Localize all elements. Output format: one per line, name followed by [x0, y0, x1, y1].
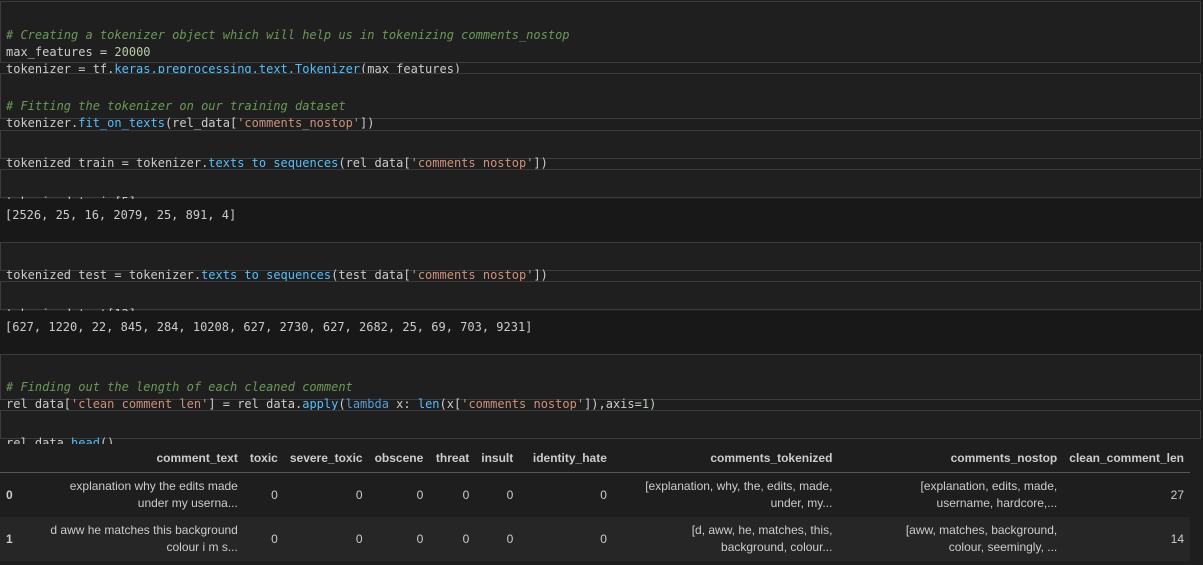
column-header: threat: [429, 444, 476, 473]
table-cell: [aww, matches, background, colour, seemi…: [838, 517, 1064, 561]
code-cell-4[interactable]: tokenized_train[5]: [0, 169, 1201, 209]
column-header: clean_comment_len: [1063, 444, 1190, 473]
table-row: 1 d aww he matches this background colou…: [0, 517, 1190, 561]
column-header: severe_toxic: [283, 444, 369, 473]
code-cell-2[interactable]: # Fitting the tokenizer on our training …: [0, 73, 1201, 130]
table-cell: 0: [462, 487, 470, 502]
code-cell-1[interactable]: # Creating a tokenizer object which will…: [0, 1, 1201, 76]
code-cell-5[interactable]: tokenized_test = tokenizer.texts_to_sequ…: [0, 242, 1201, 282]
row-index: 1: [0, 517, 20, 561]
table-cell: 0: [283, 517, 369, 561]
cell-output: [627, 1220, 22, 845, 284, 10208, 627, 27…: [0, 311, 1203, 354]
output-text: [627, 1220, 22, 845, 284, 10208, 627, 27…: [5, 320, 533, 334]
output-text: [2526, 25, 16, 2079, 25, 891, 4]: [5, 208, 237, 222]
column-header: insult: [475, 444, 520, 473]
code-cell-7[interactable]: # Finding out the length of each cleaned…: [0, 354, 1201, 411]
code-comment: # Creating a tokenizer object which will…: [6, 28, 570, 42]
cell-output: [2526, 25, 16, 2079, 25, 891, 4]: [0, 199, 1203, 242]
column-header: comments_nostop: [838, 444, 1064, 473]
code-comment: # Fitting the tokenizer on our training …: [6, 99, 346, 113]
code-line: tokenized_train = tokenizer.texts_to_seq…: [6, 156, 548, 170]
code-line: tokenized_test = tokenizer.texts_to_sequ…: [6, 268, 548, 282]
table-cell: d aww he matches this background colour …: [19, 517, 244, 561]
table-cell: 0: [600, 487, 607, 502]
table-row: 0 explanation why the edits made under m…: [0, 473, 1190, 518]
code-cell-3[interactable]: tokenized_train = tokenizer.texts_to_seq…: [0, 130, 1201, 170]
column-header: comment_text: [19, 444, 244, 473]
table-cell: 0: [355, 487, 363, 502]
table-cell: explanation why the edits made under my …: [69, 479, 238, 510]
code-line: rel_data['clean_comment_len'] = rel_data…: [6, 397, 657, 411]
column-header: toxic: [243, 444, 284, 473]
code-line: max_features = 20000: [6, 45, 151, 59]
table-cell: 0: [368, 517, 430, 561]
table-cell: [explanation, edits, made, username, har…: [920, 479, 1058, 510]
column-header: comments_tokenized: [612, 444, 839, 473]
dataframe-output: comment_text toxic severe_toxic obscene …: [0, 444, 1203, 565]
code-cell-6[interactable]: tokenized_test[12]: [0, 281, 1201, 321]
table-cell: 0: [271, 487, 278, 502]
table-cell: 0: [429, 517, 476, 561]
table-cell: 0: [506, 487, 514, 502]
column-header: identity_hate: [519, 444, 613, 473]
code-cell-8[interactable]: rel_data.head(): [0, 410, 1201, 450]
code-comment: # Finding out the length of each cleaned…: [6, 380, 353, 394]
row-index: 0: [6, 487, 13, 502]
column-header: obscene: [368, 444, 430, 473]
table-cell: 0: [416, 487, 424, 502]
table-cell: [d, aww, he, matches, this, background, …: [612, 517, 839, 561]
table-cell: [explanation, why, the, edits, made, und…: [645, 479, 833, 510]
table-header-row: comment_text toxic severe_toxic obscene …: [0, 444, 1190, 473]
table-cell: 0: [475, 517, 520, 561]
table-cell: 0: [519, 517, 613, 561]
table-cell: 14: [1063, 517, 1190, 561]
table-cell: 0: [243, 517, 284, 561]
dataframe-table: comment_text toxic severe_toxic obscene …: [0, 444, 1190, 561]
column-header-index: [0, 444, 20, 473]
table-cell: 27: [1170, 487, 1184, 502]
code-line: tokenizer.fit_on_texts(rel_data['comment…: [6, 116, 375, 130]
